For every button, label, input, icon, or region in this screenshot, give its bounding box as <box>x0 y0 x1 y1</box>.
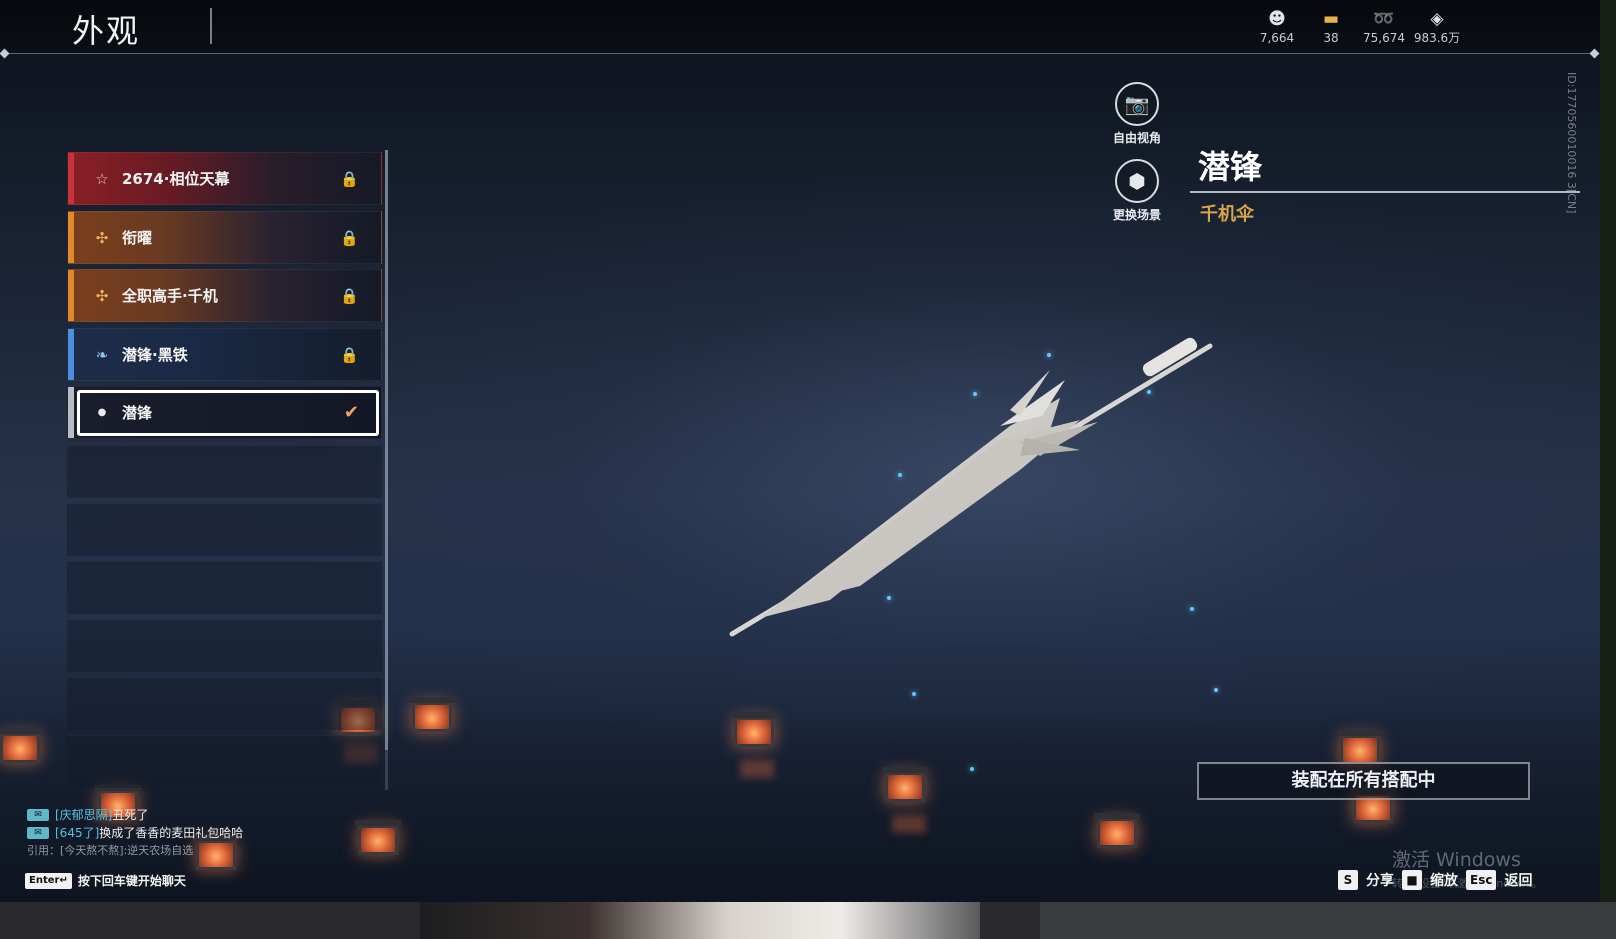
back-label[interactable]: 返回 <box>1504 870 1532 890</box>
chat-user[interactable]: [庆郁思隔] <box>55 806 112 824</box>
chat-text: 换成了香香的麦田礼包哈哈 <box>99 826 244 840</box>
channel-badge-icon: ✉ <box>27 809 49 821</box>
lock-icon: 🔒 <box>340 286 359 305</box>
zoom-label[interactable]: 缩放 <box>1430 870 1458 890</box>
skin-item-2674[interactable]: ☆ 2674·相位天幕 🔒 <box>67 152 382 205</box>
chat-text: 丑死了 <box>112 808 149 822</box>
enter-hint: 按下回车键开始聊天 <box>77 874 186 888</box>
camera-icon: 📷 <box>1115 82 1159 126</box>
weapon-type: 千机伞 <box>1200 204 1254 225</box>
tier-bar <box>68 329 74 380</box>
desktop-wallpaper <box>1040 902 1616 939</box>
currency-1[interactable]: ☻ 7,664 <box>1247 8 1307 46</box>
weapon-model[interactable] <box>720 330 1220 650</box>
feather-icon: ➿ <box>1373 9 1395 29</box>
wing-icon: ❧ <box>95 345 109 364</box>
lantern-reflection <box>740 760 774 778</box>
weapon-name-divider <box>1190 191 1580 193</box>
skin-item-quanzhi[interactable]: ✣ 全职高手·千机 🔒 <box>67 269 382 322</box>
tier-bar <box>68 153 74 204</box>
skin-name: 潜锋·黑铁 <box>122 346 188 364</box>
mask-icon: ☻ <box>1268 9 1286 29</box>
activation-watermark-title: 激活 Windows <box>1392 849 1521 871</box>
currency-3[interactable]: ➿ 75,674 <box>1354 8 1414 46</box>
free-view-label: 自由视角 <box>1112 131 1161 145</box>
tier-bar <box>68 387 74 438</box>
diamond-icon: ◈ <box>1430 9 1444 29</box>
tier-bar <box>68 212 74 263</box>
lantern <box>409 697 455 732</box>
currency-2-value: 38 <box>1323 31 1339 45</box>
chat-input-hint[interactable]: Enter↵ 按下回车键开始聊天 <box>25 872 186 889</box>
change-scene-button[interactable]: ⬢ 更换场景 <box>1097 159 1177 223</box>
page-title: 外观 <box>72 12 141 50</box>
currency-3-value: 75,674 <box>1363 31 1405 45</box>
chat-user[interactable]: [645了] <box>55 824 99 842</box>
currency-2[interactable]: ▬ 38 <box>1301 8 1361 46</box>
desktop-background <box>0 902 1616 939</box>
lantern <box>1094 813 1140 848</box>
lantern <box>0 728 43 763</box>
change-scene-label: 更换场景 <box>1112 208 1161 222</box>
desktop-wallpaper <box>420 902 980 939</box>
empty-skin-slot <box>67 677 382 730</box>
lantern <box>731 712 777 747</box>
skin-name: 衔曜 <box>122 229 153 247</box>
title-separator <box>210 8 212 44</box>
check-icon: ✔ <box>343 402 359 423</box>
empty-skin-slot <box>67 735 382 788</box>
weapon-name: 潜锋 <box>1198 148 1263 186</box>
currency-1-value: 7,664 <box>1259 31 1295 45</box>
lantern <box>882 767 928 802</box>
enter-key[interactable]: Enter↵ <box>25 872 72 889</box>
lantern-reflection <box>892 815 926 833</box>
burst-icon: ✣ <box>95 286 109 305</box>
window-edge <box>1600 0 1616 902</box>
lock-icon: 🔒 <box>340 345 359 364</box>
share-label[interactable]: 分享 <box>1366 870 1394 890</box>
empty-skin-slot <box>67 445 382 498</box>
skin-name: 全职高手·千机 <box>122 287 218 305</box>
empty-skin-slot <box>67 503 382 556</box>
empty-skin-slot <box>67 619 382 672</box>
list-scrollbar-thumb[interactable] <box>385 150 388 750</box>
ticket-icon: ▬ <box>1322 9 1340 29</box>
chat-quote: 引用：[今天熬不熬]:逆天农场自选 <box>27 844 194 857</box>
currency-4-value: 983.6万 <box>1413 31 1461 45</box>
sparkle <box>970 767 974 771</box>
esc-key[interactable]: Esc <box>1466 870 1497 890</box>
burst-icon: ✣ <box>95 228 109 247</box>
lock-icon: 🔒 <box>340 169 359 188</box>
lantern <box>1337 730 1383 765</box>
zoom-key[interactable]: ■ <box>1402 870 1422 890</box>
empty-skin-slot <box>67 561 382 614</box>
cube-icon: ⬢ <box>1115 159 1159 203</box>
key-hints: S 分享 ■ 缩放 Esc 返回 <box>1338 870 1532 890</box>
lock-icon: 🔒 <box>340 228 359 247</box>
chat-message: ✉ [645了] 换成了香香的麦田礼包哈哈 <box>27 824 347 842</box>
lantern <box>355 820 401 855</box>
channel-badge-icon: ✉ <box>27 827 49 839</box>
star-icon: ☆ <box>95 169 109 188</box>
share-key[interactable]: S <box>1338 870 1358 890</box>
skin-name: 2674·相位天幕 <box>122 170 230 188</box>
skin-item-xianyao[interactable]: ✣ 衔曜 🔒 <box>67 211 382 264</box>
skin-item-qianfeng[interactable]: ● 潜锋 ✔ <box>67 386 382 439</box>
sparkle <box>912 692 916 696</box>
currency-4[interactable]: ◈ 983.6万 <box>1407 8 1467 46</box>
chat-log: ✉ [庆郁思隔] 丑死了 ✉ [645了] 换成了香香的麦田礼包哈哈 引用：[今… <box>27 806 347 860</box>
free-view-button[interactable]: 📷 自由视角 <box>1097 82 1177 146</box>
top-divider <box>4 53 1596 54</box>
player-id: ID:1770560010016 3[CN] <box>1565 72 1578 214</box>
skin-item-heitie[interactable]: ❧ 潜锋·黑铁 🔒 <box>67 328 382 381</box>
sparkle <box>1214 688 1218 692</box>
equip-all-button[interactable]: 装配在所有搭配中 <box>1197 762 1530 800</box>
chat-message: ✉ [庆郁思隔] 丑死了 <box>27 806 347 824</box>
tier-bar <box>68 270 74 321</box>
selection-frame <box>77 390 379 436</box>
